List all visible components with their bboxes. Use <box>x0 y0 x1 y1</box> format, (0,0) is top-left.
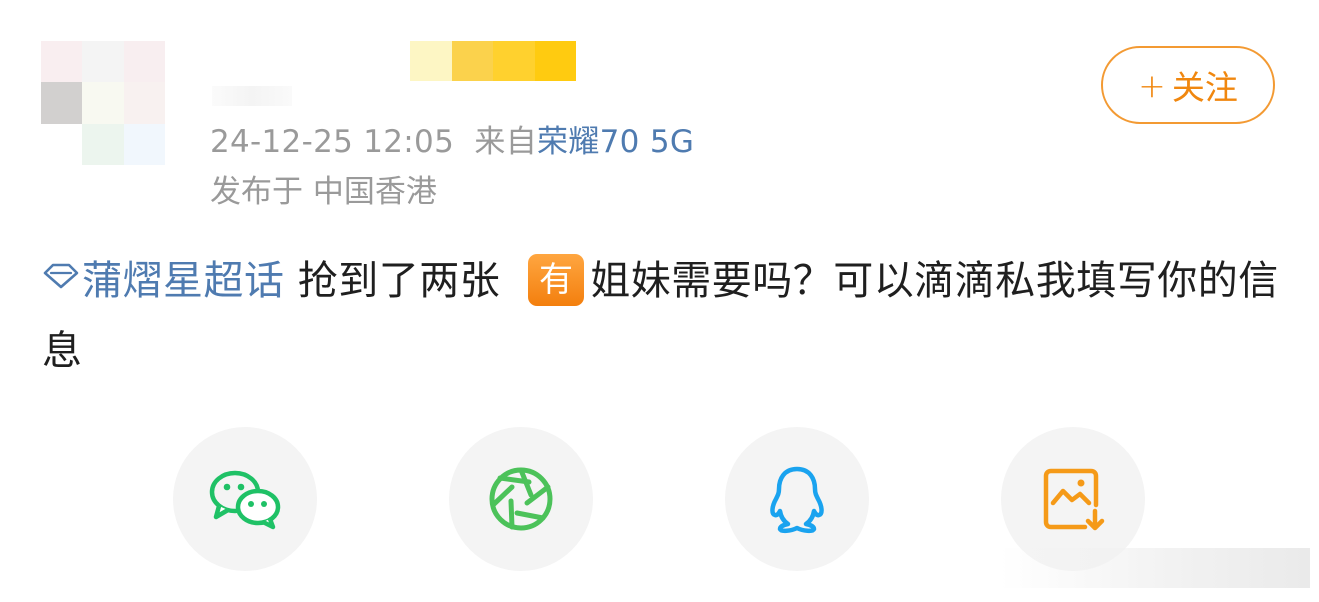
username-blur <box>212 86 292 106</box>
you-badge: 有 <box>528 254 585 306</box>
moments-icon <box>489 467 553 531</box>
diamond-icon <box>43 263 79 289</box>
post-meta: 24-12-25 12:05 来自荣耀70 5G <box>210 116 694 161</box>
share-wechat-button[interactable] <box>173 427 317 571</box>
source-device-link[interactable]: 荣耀70 5G <box>537 124 694 160</box>
qq-icon <box>770 466 824 534</box>
topic-label: 蒲熠星超话 <box>82 258 285 304</box>
post-timestamp: 24-12-25 12:05 <box>210 124 455 160</box>
follow-label: 关注 <box>1171 68 1238 107</box>
avatar[interactable] <box>41 41 165 165</box>
source-prefix: 来自 <box>474 124 538 160</box>
save-image-icon <box>1043 468 1105 531</box>
topic-link[interactable]: 蒲熠星超话 <box>42 258 285 304</box>
post-content: 蒲熠星超话 抢到了两张有姐妹需要吗？可以滴滴私我填写你的信息 <box>42 246 1282 386</box>
follow-button[interactable]: + 关注 <box>1101 46 1275 124</box>
post-text-part1: 抢到了两张 <box>284 258 501 304</box>
share-qq-button[interactable] <box>725 427 869 571</box>
bottom-fade <box>1000 548 1310 588</box>
plus-icon: + <box>1138 65 1166 105</box>
wechat-icon <box>209 470 281 530</box>
post-location: 发布于 中国香港 <box>210 174 437 210</box>
share-moments-button[interactable] <box>449 427 593 571</box>
username[interactable] <box>410 41 576 81</box>
weibo-post-card: 24-12-25 12:05 来自荣耀70 5G 发布于 中国香港 + 关注 蒲… <box>0 0 1319 602</box>
